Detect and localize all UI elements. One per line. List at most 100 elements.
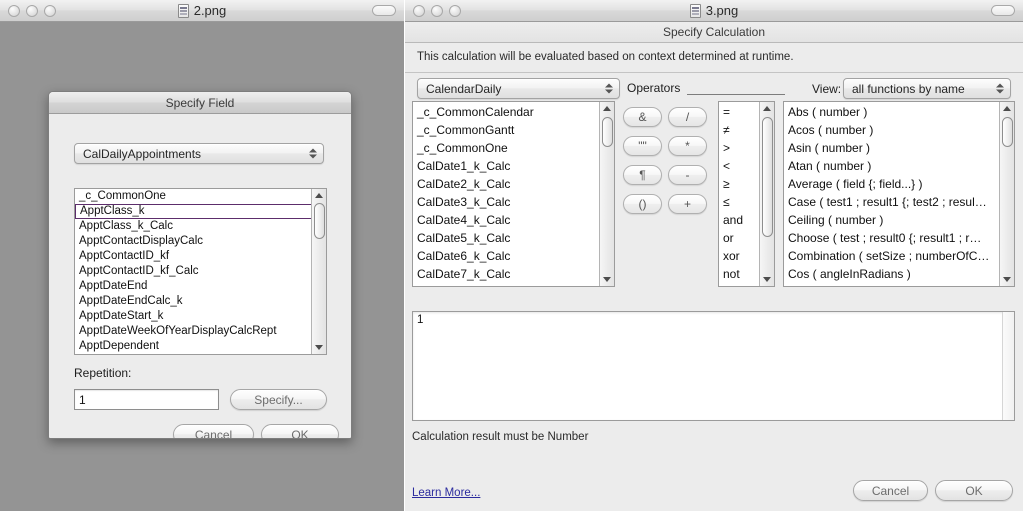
operator-keypad[interactable]: & / "" * ¶ - () + xyxy=(623,107,707,214)
context-popup-value: CalendarDaily xyxy=(426,81,502,96)
list-item[interactable]: _c_CommonGantt xyxy=(413,121,614,139)
list-item[interactable]: _c_CommonOne xyxy=(413,139,614,157)
hint-divider xyxy=(405,72,1023,73)
operators-list[interactable]: = ≠ > < ≥ ≤ and or xor not xyxy=(718,101,775,287)
scrollbar-thumb[interactable] xyxy=(1002,117,1013,147)
left-window-titlebar[interactable]: 2.png xyxy=(0,0,404,22)
context-popup[interactable]: CalendarDaily xyxy=(417,78,620,99)
scroll-down-icon[interactable] xyxy=(600,273,614,286)
list-item[interactable]: Abs ( number ) xyxy=(784,103,1014,121)
zoom-button-icon[interactable] xyxy=(44,4,56,17)
window-right: 3.png Specify Calculation This calculati… xyxy=(405,0,1023,511)
document-icon xyxy=(689,3,701,18)
formula-editor[interactable]: 1 xyxy=(412,311,1015,421)
calculation-field-list[interactable]: _c_CommonCalendar _c_CommonGantt _c_Comm… xyxy=(412,101,615,287)
close-button-icon[interactable] xyxy=(8,4,20,17)
list-item[interactable]: CalDate3_k_Calc xyxy=(413,193,614,211)
scroll-up-icon[interactable] xyxy=(600,102,614,115)
list-item[interactable]: Average ( field {; field...} ) xyxy=(784,175,1014,193)
functions-list[interactable]: Abs ( number ) Acos ( number ) Asin ( nu… xyxy=(783,101,1015,287)
left-window-title: 2.png xyxy=(0,3,404,18)
right-window-titlebar[interactable]: 3.png xyxy=(405,0,1023,22)
zoom-button-icon[interactable] xyxy=(449,4,461,17)
operator-key-quote[interactable]: "" xyxy=(623,136,662,156)
list-item-selected[interactable]: ApptClass_k xyxy=(75,204,326,219)
ok-button[interactable]: OK xyxy=(261,424,339,438)
list-item[interactable]: ApptContactID_kf_Calc xyxy=(75,264,326,279)
list-item[interactable]: CalDate5_k_Calc xyxy=(413,229,614,247)
scroll-down-icon[interactable] xyxy=(312,341,326,354)
list-item[interactable]: Case ( test1 ; result1 {; test2 ; resul… xyxy=(784,193,1014,211)
formula-scrollbar[interactable] xyxy=(1002,312,1014,420)
list-item[interactable]: CalDate7_k_Calc xyxy=(413,265,614,283)
list-item[interactable]: Atan ( number ) xyxy=(784,157,1014,175)
list-item[interactable]: ApptDateWeekOfYearDisplayCalcRept xyxy=(75,324,326,339)
list-item[interactable]: _c_CommonOne xyxy=(75,189,326,204)
list-item[interactable]: ApptDateEnd xyxy=(75,279,326,294)
operators-rule xyxy=(687,94,785,95)
window-left: 2.png Specify Field CalDailyAppointments xyxy=(0,0,404,511)
window-controls[interactable] xyxy=(0,4,56,17)
list-item[interactable]: CalDate4_k_Calc xyxy=(413,211,614,229)
window-controls-right[interactable] xyxy=(405,4,461,17)
chevron-updown-icon xyxy=(993,80,1006,97)
formula-text[interactable]: 1 xyxy=(413,312,1014,328)
calculation-field-scrollbar[interactable] xyxy=(599,102,614,286)
list-item[interactable]: ApptDateStart_k xyxy=(75,309,326,324)
scrollbar-thumb[interactable] xyxy=(314,203,325,239)
left-window-title-text: 2.png xyxy=(193,3,227,18)
list-item[interactable]: CalDate6_k_Calc xyxy=(413,247,614,265)
list-item[interactable]: _c_CommonCalendar xyxy=(413,103,614,121)
repetition-input[interactable]: 1 xyxy=(74,389,219,410)
field-list-scrollbar[interactable] xyxy=(311,189,326,354)
operator-key-and[interactable]: & xyxy=(623,107,662,127)
minimize-button-icon[interactable] xyxy=(431,4,443,17)
list-item[interactable]: Choose ( test ; result0 {; result1 ; r… xyxy=(784,229,1014,247)
list-item[interactable]: CalDate2_k_Calc xyxy=(413,175,614,193)
specify-field-titlebar[interactable]: Specify Field xyxy=(49,92,351,114)
scrollbar-thumb[interactable] xyxy=(762,117,773,237)
scroll-down-icon[interactable] xyxy=(1000,273,1014,286)
scroll-up-icon[interactable] xyxy=(1000,102,1014,115)
list-item[interactable]: ApptContactID_kf xyxy=(75,249,326,264)
operators-list-scrollbar[interactable] xyxy=(759,102,774,286)
cancel-button[interactable]: Cancel xyxy=(173,424,254,438)
list-item[interactable]: Asin ( number ) xyxy=(784,139,1014,157)
list-item[interactable]: ApptContactDisplayCalc xyxy=(75,234,326,249)
field-list[interactable]: _c_CommonOne ApptClass_k ApptClass_k_Cal… xyxy=(74,188,327,355)
dialog-subtitle: Specify Calculation xyxy=(405,22,1023,43)
minimize-button-icon[interactable] xyxy=(26,4,38,17)
calculation-ok-button[interactable]: OK xyxy=(935,480,1013,501)
toolbar-toggle-button[interactable] xyxy=(372,5,396,16)
specify-field-title: Specify Field xyxy=(165,95,235,110)
operator-key-minus[interactable]: - xyxy=(668,165,707,185)
result-type-note: Calculation result must be Number xyxy=(412,431,589,443)
list-item[interactable]: ApptDateEndCalc_k xyxy=(75,294,326,309)
list-item[interactable]: Acos ( number ) xyxy=(784,121,1014,139)
repetition-value: 1 xyxy=(79,392,86,407)
operator-key-divide[interactable]: / xyxy=(668,107,707,127)
learn-more-link[interactable]: Learn More... xyxy=(412,487,480,499)
list-item[interactable]: ApptDependent xyxy=(75,339,326,354)
list-item[interactable]: Ceiling ( number ) xyxy=(784,211,1014,229)
operator-key-plus[interactable]: + xyxy=(668,194,707,214)
view-popup[interactable]: all functions by name xyxy=(843,78,1011,99)
calculation-cancel-button[interactable]: Cancel xyxy=(853,480,928,501)
scroll-up-icon[interactable] xyxy=(312,189,326,202)
list-item[interactable]: Cos ( angleInRadians ) xyxy=(784,265,1014,283)
operator-key-multiply[interactable]: * xyxy=(668,136,707,156)
scrollbar-thumb[interactable] xyxy=(602,117,613,147)
list-item[interactable]: Combination ( setSize ; numberOfC… xyxy=(784,247,1014,265)
toolbar-toggle-button[interactable] xyxy=(991,5,1015,16)
functions-list-scrollbar[interactable] xyxy=(999,102,1014,286)
specify-button[interactable]: Specify... xyxy=(230,389,327,410)
close-button-icon[interactable] xyxy=(413,4,425,17)
list-item[interactable]: CalDate1_k_Calc xyxy=(413,157,614,175)
operators-label: Operators xyxy=(627,81,681,95)
list-item[interactable]: ApptClass_k_Calc xyxy=(75,219,326,234)
operator-key-pilcrow[interactable]: ¶ xyxy=(623,165,662,185)
scroll-down-icon[interactable] xyxy=(760,273,774,286)
operator-key-parens[interactable]: () xyxy=(623,194,662,214)
table-occurrence-popup[interactable]: CalDailyAppointments xyxy=(74,143,324,164)
scroll-up-icon[interactable] xyxy=(760,102,774,115)
